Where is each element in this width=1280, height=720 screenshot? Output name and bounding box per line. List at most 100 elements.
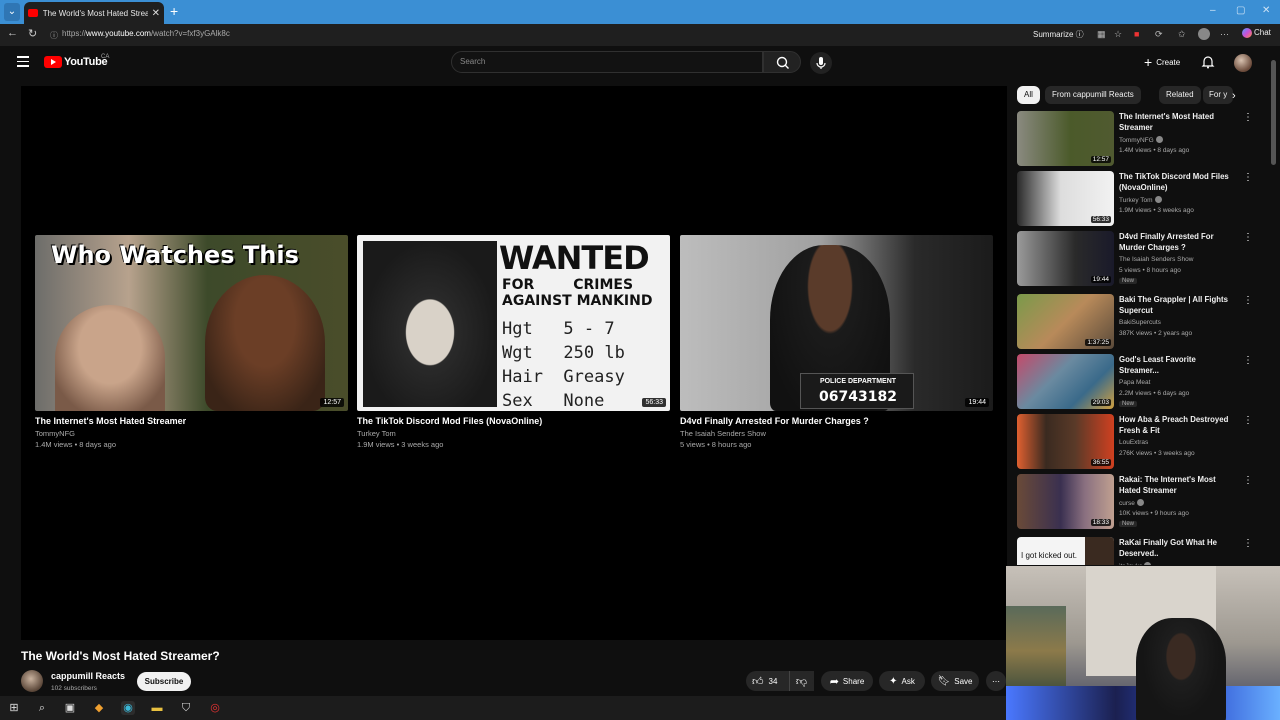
maximize-icon[interactable]: ▢	[1236, 5, 1245, 16]
video-thumbnail[interactable]: 12:57	[1017, 111, 1114, 166]
channel-name[interactable]: cappumill Reacts	[51, 671, 125, 681]
more-vertical-icon[interactable]: ⋮	[1243, 113, 1253, 123]
address-bar[interactable]: ⓘ https://www.youtube.com/watch?v=fxf3yG…	[46, 27, 1006, 43]
channel-name[interactable]: curse	[1119, 499, 1144, 507]
more-vertical-icon[interactable]: ⋮	[1243, 296, 1253, 306]
scrollbar[interactable]	[1271, 60, 1276, 165]
channel-name[interactable]: Papa Meat	[1119, 379, 1150, 386]
more-actions-button[interactable]: ⋯	[986, 671, 1006, 691]
list-item[interactable]: 36:55 How Aba & Preach Destroyed Fresh &…	[1017, 414, 1267, 470]
video-thumbnail[interactable]: 18:33	[1017, 474, 1114, 529]
edge-browser-icon[interactable]: ◉	[121, 701, 135, 715]
account-avatar[interactable]	[1234, 54, 1252, 72]
dislike-button[interactable]: 👎︎	[789, 671, 813, 691]
video-thumbnail[interactable]: 29:03	[1017, 354, 1114, 409]
start-windows-icon[interactable]: ⊞	[7, 701, 21, 715]
video-thumbnail[interactable]: 56:33	[1017, 171, 1114, 226]
notifications-button[interactable]	[1201, 55, 1215, 74]
list-item[interactable]: 19:44 D4vd Finally Arrested For Murder C…	[1017, 231, 1267, 287]
video-thumbnail[interactable]: 36:55	[1017, 414, 1114, 469]
chip-for-you[interactable]: For y	[1203, 86, 1233, 104]
video-title[interactable]: The Internet's Most Hated Streamer	[35, 416, 348, 426]
endscreen-video-card[interactable]: WANTED FOR CRIMES AGAINST MANKIND Hgt 5 -…	[357, 235, 670, 449]
list-item[interactable]: 18:33 Rakai: The Internet's Most Hated S…	[1017, 474, 1267, 530]
video-title[interactable]: How Aba & Preach Destroyed Fresh & Fit	[1119, 414, 1235, 436]
window-close-icon[interactable]: ✕	[1262, 5, 1270, 16]
video-title[interactable]: Baki The Grappler | All Fights Supercut	[1119, 294, 1235, 316]
video-thumbnail[interactable]: Who Watches This 12:57	[35, 235, 348, 411]
channel-name[interactable]: The Isaiah Senders Show	[1119, 256, 1193, 263]
recording-app-icon[interactable]: ◎	[208, 701, 222, 715]
channel-name[interactable]: LouExtras	[1119, 439, 1148, 446]
channel-name[interactable]: Turkey Tom	[357, 429, 670, 438]
endscreen-video-card[interactable]: POLICE DEPARTMENT 06743182 19:44 D4vd Fi…	[680, 235, 993, 449]
video-title[interactable]: D4vd Finally Arrested For Murder Charges…	[1119, 231, 1235, 253]
channel-name[interactable]: itsJayko	[1119, 562, 1152, 565]
minimize-icon[interactable]: –	[1210, 5, 1216, 16]
video-thumbnail[interactable]: 1:37:25	[1017, 294, 1114, 349]
ask-button[interactable]: ✦ Ask	[879, 671, 925, 691]
more-vertical-icon[interactable]: ⋮	[1243, 233, 1253, 243]
file-explorer-icon[interactable]: ▬	[150, 701, 164, 715]
video-title[interactable]: The Internet's Most Hated Streamer	[1119, 111, 1235, 133]
video-thumbnail[interactable]: POLICE DEPARTMENT 06743182 19:44	[680, 235, 993, 411]
save-button[interactable]: 🔖︎ Save	[931, 671, 979, 691]
create-button[interactable]: + Create	[1136, 52, 1188, 72]
video-title[interactable]: Rakai: The Internet's Most Hated Streame…	[1119, 474, 1235, 496]
chevron-right-icon[interactable]: ›	[1232, 90, 1236, 102]
close-tab-icon[interactable]: ✕	[152, 8, 160, 19]
share-button[interactable]: ➦ Share	[821, 671, 873, 691]
page-info-icon[interactable]: ⓘ	[50, 30, 58, 41]
browser-tab-active[interactable]: The World's Most Hated Streamer? ✕	[24, 2, 164, 24]
subscribe-button[interactable]: Subscribe	[137, 672, 191, 691]
list-item[interactable]: 1:37:25 Baki The Grappler | All Fights S…	[1017, 294, 1267, 350]
refresh-icon[interactable]: ↻	[28, 27, 37, 40]
menu-icon[interactable]	[17, 56, 29, 67]
voice-search-button[interactable]	[810, 52, 832, 74]
video-thumbnail[interactable]: I got kicked out.	[1017, 537, 1114, 565]
video-title[interactable]: The TikTok Discord Mod Files (NovaOnline…	[1119, 171, 1235, 193]
channel-name[interactable]: TommyNFG	[1119, 136, 1163, 144]
youtube-logo[interactable]: YouTube	[44, 56, 108, 68]
search-icon[interactable]: ⌕	[35, 701, 49, 715]
channel-name[interactable]: The Isaiah Senders Show	[680, 429, 993, 438]
list-item[interactable]: 56:33 The TikTok Discord Mod Files (Nova…	[1017, 171, 1267, 227]
favorites-icon[interactable]: ✩	[1178, 29, 1186, 40]
tab-actions-icon[interactable]: ⌄	[4, 3, 20, 21]
video-title[interactable]: RaKai Finally Got What He Deserved..	[1119, 537, 1235, 559]
channel-avatar[interactable]	[21, 670, 43, 692]
search-button[interactable]	[763, 51, 801, 73]
split-screen-icon[interactable]: ▦	[1097, 29, 1106, 40]
video-title[interactable]: D4vd Finally Arrested For Murder Charges…	[680, 416, 993, 426]
security-shield-icon[interactable]: ⛉	[179, 701, 193, 715]
profile-icon[interactable]	[1198, 28, 1210, 40]
chip-related[interactable]: Related	[1159, 86, 1201, 104]
more-vertical-icon[interactable]: ⋮	[1243, 356, 1253, 366]
summarize-button[interactable]: Summarize ⓘ	[1033, 29, 1084, 40]
reload-extension-icon[interactable]: ⟳	[1155, 29, 1163, 40]
task-view-icon[interactable]: ▣	[63, 701, 77, 715]
channel-name[interactable]: TommyNFG	[35, 429, 348, 438]
search-input[interactable]: Search	[451, 51, 763, 73]
video-thumbnail[interactable]: 19:44	[1017, 231, 1114, 286]
chip-all[interactable]: All	[1017, 86, 1040, 104]
more-vertical-icon[interactable]: ⋮	[1243, 416, 1253, 426]
more-vertical-icon[interactable]: ⋮	[1243, 539, 1253, 549]
video-title[interactable]: God's Least Favorite Streamer...	[1119, 354, 1235, 376]
video-player[interactable]: Who Watches This 12:57 The Internet's Mo…	[21, 86, 1007, 640]
copilot-chat-button[interactable]: Chat	[1242, 28, 1271, 38]
list-item[interactable]: 12:57 The Internet's Most Hated Streamer…	[1017, 111, 1267, 167]
list-item[interactable]: 29:03 God's Least Favorite Streamer... P…	[1017, 354, 1267, 410]
extension-icon[interactable]: ■	[1134, 29, 1139, 39]
channel-name[interactable]: Turkey Tom	[1119, 196, 1162, 204]
endscreen-video-card[interactable]: Who Watches This 12:57 The Internet's Mo…	[35, 235, 348, 449]
app-icon[interactable]: ◆	[92, 701, 106, 715]
chip-from-channel[interactable]: From cappumill Reacts	[1045, 86, 1141, 104]
more-menu-icon[interactable]: ⋯	[1220, 29, 1229, 40]
more-vertical-icon[interactable]: ⋮	[1243, 476, 1253, 486]
video-title[interactable]: The TikTok Discord Mod Files (NovaOnline…	[357, 416, 670, 426]
more-vertical-icon[interactable]: ⋮	[1243, 173, 1253, 183]
new-tab-button[interactable]: +	[170, 3, 178, 19]
back-icon[interactable]: ←	[7, 27, 18, 39]
favorite-star-icon[interactable]: ☆	[1114, 29, 1122, 40]
